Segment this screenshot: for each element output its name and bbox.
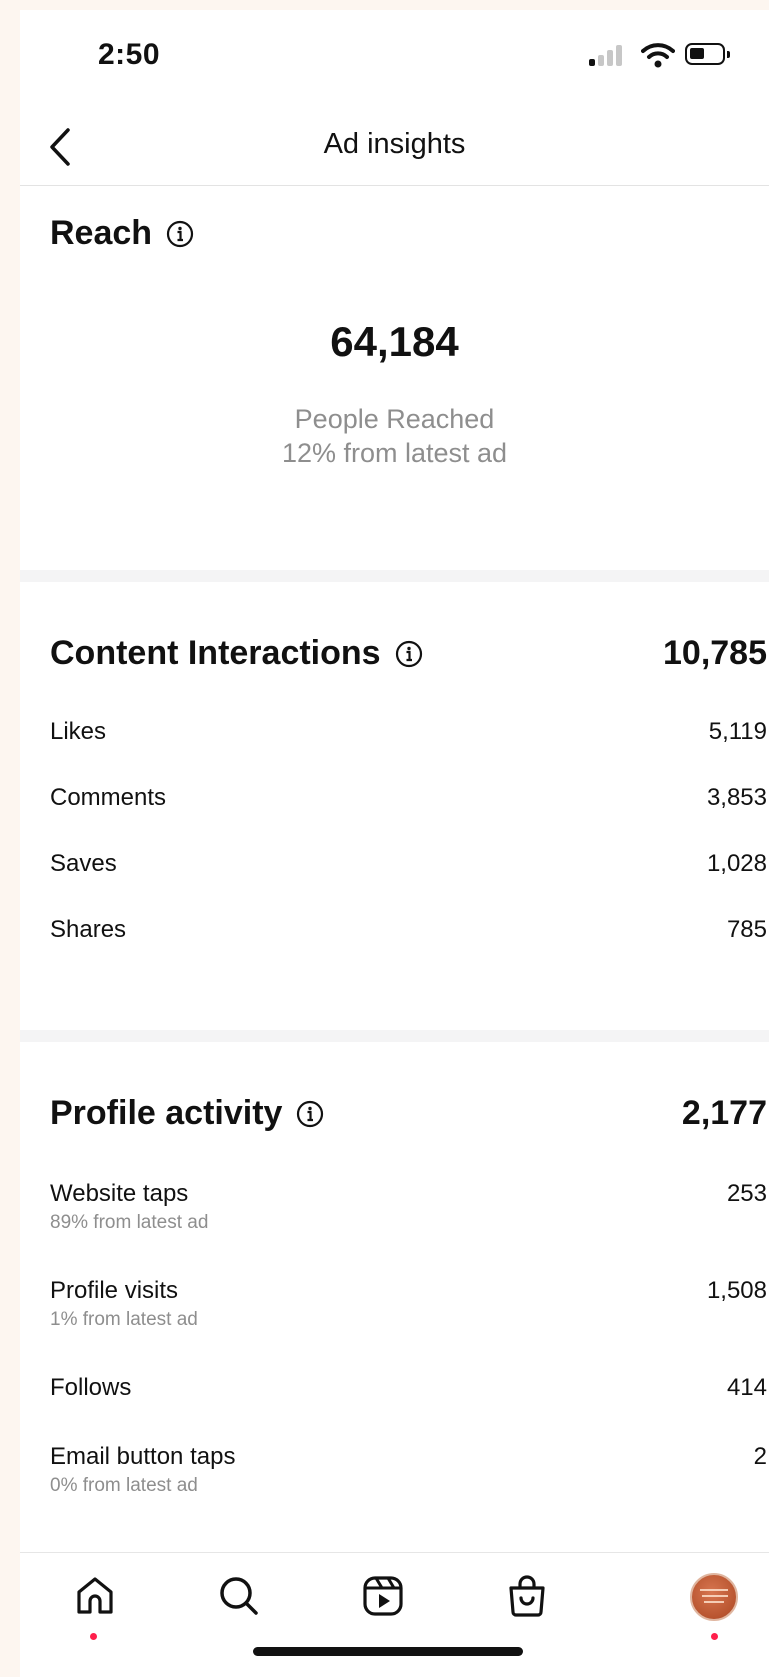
status-time: 2:50 bbox=[98, 38, 161, 71]
profile-activity-card: Profile activity 2,177 Website taps 89% … bbox=[20, 1042, 769, 1552]
list-item: Shares 785 bbox=[50, 916, 767, 976]
reach-caption-label: People Reached bbox=[294, 404, 495, 434]
profile-activity-heading: Profile activity bbox=[50, 1094, 324, 1133]
row-value: 1,508 bbox=[706, 1277, 767, 1304]
row-value: 414 bbox=[726, 1374, 767, 1401]
info-icon[interactable] bbox=[395, 640, 423, 668]
profile-notification-dot bbox=[711, 1633, 718, 1640]
row-value: 253 bbox=[726, 1180, 767, 1207]
row-value: 2 bbox=[753, 1443, 767, 1470]
content-interactions-card: Content Interactions 10,785 Likes 5,119 … bbox=[20, 582, 769, 1030]
reach-heading: Reach bbox=[50, 214, 194, 253]
reach-value: 64,184 bbox=[330, 318, 459, 365]
battery-icon bbox=[685, 43, 730, 65]
list-item: Website taps 89% from latest ad 253 bbox=[50, 1180, 767, 1240]
reels-icon bbox=[363, 1576, 403, 1616]
home-indicator bbox=[253, 1647, 523, 1656]
info-icon[interactable] bbox=[296, 1100, 324, 1128]
row-value: 1,028 bbox=[706, 850, 767, 877]
list-item: Follows 414 bbox=[50, 1374, 767, 1434]
row-label: Profile visits bbox=[50, 1277, 179, 1304]
row-label: Email button taps bbox=[50, 1443, 236, 1470]
profile-avatar[interactable] bbox=[690, 1573, 738, 1621]
row-subtext: 0% from latest ad bbox=[50, 1475, 198, 1496]
tab-home[interactable] bbox=[72, 1573, 122, 1623]
home-notification-dot bbox=[90, 1633, 97, 1640]
home-icon bbox=[77, 1577, 113, 1614]
list-item: Profile visits 1% from latest ad 1,508 bbox=[50, 1277, 767, 1337]
tab-reels[interactable] bbox=[360, 1573, 410, 1623]
wifi-icon bbox=[641, 43, 675, 68]
row-subtext: 89% from latest ad bbox=[50, 1212, 209, 1233]
status-icons bbox=[589, 40, 739, 70]
row-value: 3,853 bbox=[706, 784, 767, 811]
reach-caption: People Reached 12% from latest ad bbox=[20, 402, 769, 470]
list-item: Likes 5,119 bbox=[50, 718, 767, 778]
reach-caption-change: 12% from latest ad bbox=[281, 438, 508, 468]
content-interactions-heading: Content Interactions bbox=[50, 634, 423, 673]
content-interactions-total: 10,785 bbox=[663, 634, 767, 672]
profile-activity-total: 2,177 bbox=[681, 1094, 767, 1132]
page-title: Ad insights bbox=[323, 128, 466, 160]
tab-shop[interactable] bbox=[504, 1573, 554, 1623]
row-label: Saves bbox=[50, 850, 117, 877]
phone-screen: 2:50 Ad insights Reach 64,184 People Rea… bbox=[20, 10, 769, 1677]
tab-search[interactable] bbox=[216, 1573, 266, 1623]
profile-activity-title: Profile activity bbox=[50, 1094, 283, 1132]
row-value: 785 bbox=[726, 916, 767, 943]
shop-icon bbox=[509, 1575, 545, 1617]
content-interactions-title: Content Interactions bbox=[50, 634, 381, 672]
reach-card: Reach 64,184 People Reached 12% from lat… bbox=[20, 186, 769, 570]
list-item: Email button taps 0% from latest ad 2 bbox=[50, 1443, 767, 1503]
row-label: Likes bbox=[50, 718, 107, 745]
row-label: Website taps bbox=[50, 1180, 189, 1207]
row-value: 5,119 bbox=[708, 718, 767, 745]
tab-bar bbox=[20, 1552, 769, 1677]
nav-bar: Ad insights bbox=[20, 110, 769, 186]
row-label: Shares bbox=[50, 916, 127, 943]
list-item: Comments 3,853 bbox=[50, 784, 767, 844]
signal-icon bbox=[589, 44, 629, 66]
info-icon[interactable] bbox=[166, 220, 194, 248]
list-item: Saves 1,028 bbox=[50, 850, 767, 910]
row-label: Comments bbox=[50, 784, 167, 811]
search-icon bbox=[220, 1577, 258, 1615]
reach-title: Reach bbox=[50, 214, 153, 252]
row-subtext: 1% from latest ad bbox=[50, 1309, 198, 1330]
status-bar: 2:50 bbox=[20, 10, 769, 110]
row-label: Follows bbox=[50, 1374, 132, 1401]
